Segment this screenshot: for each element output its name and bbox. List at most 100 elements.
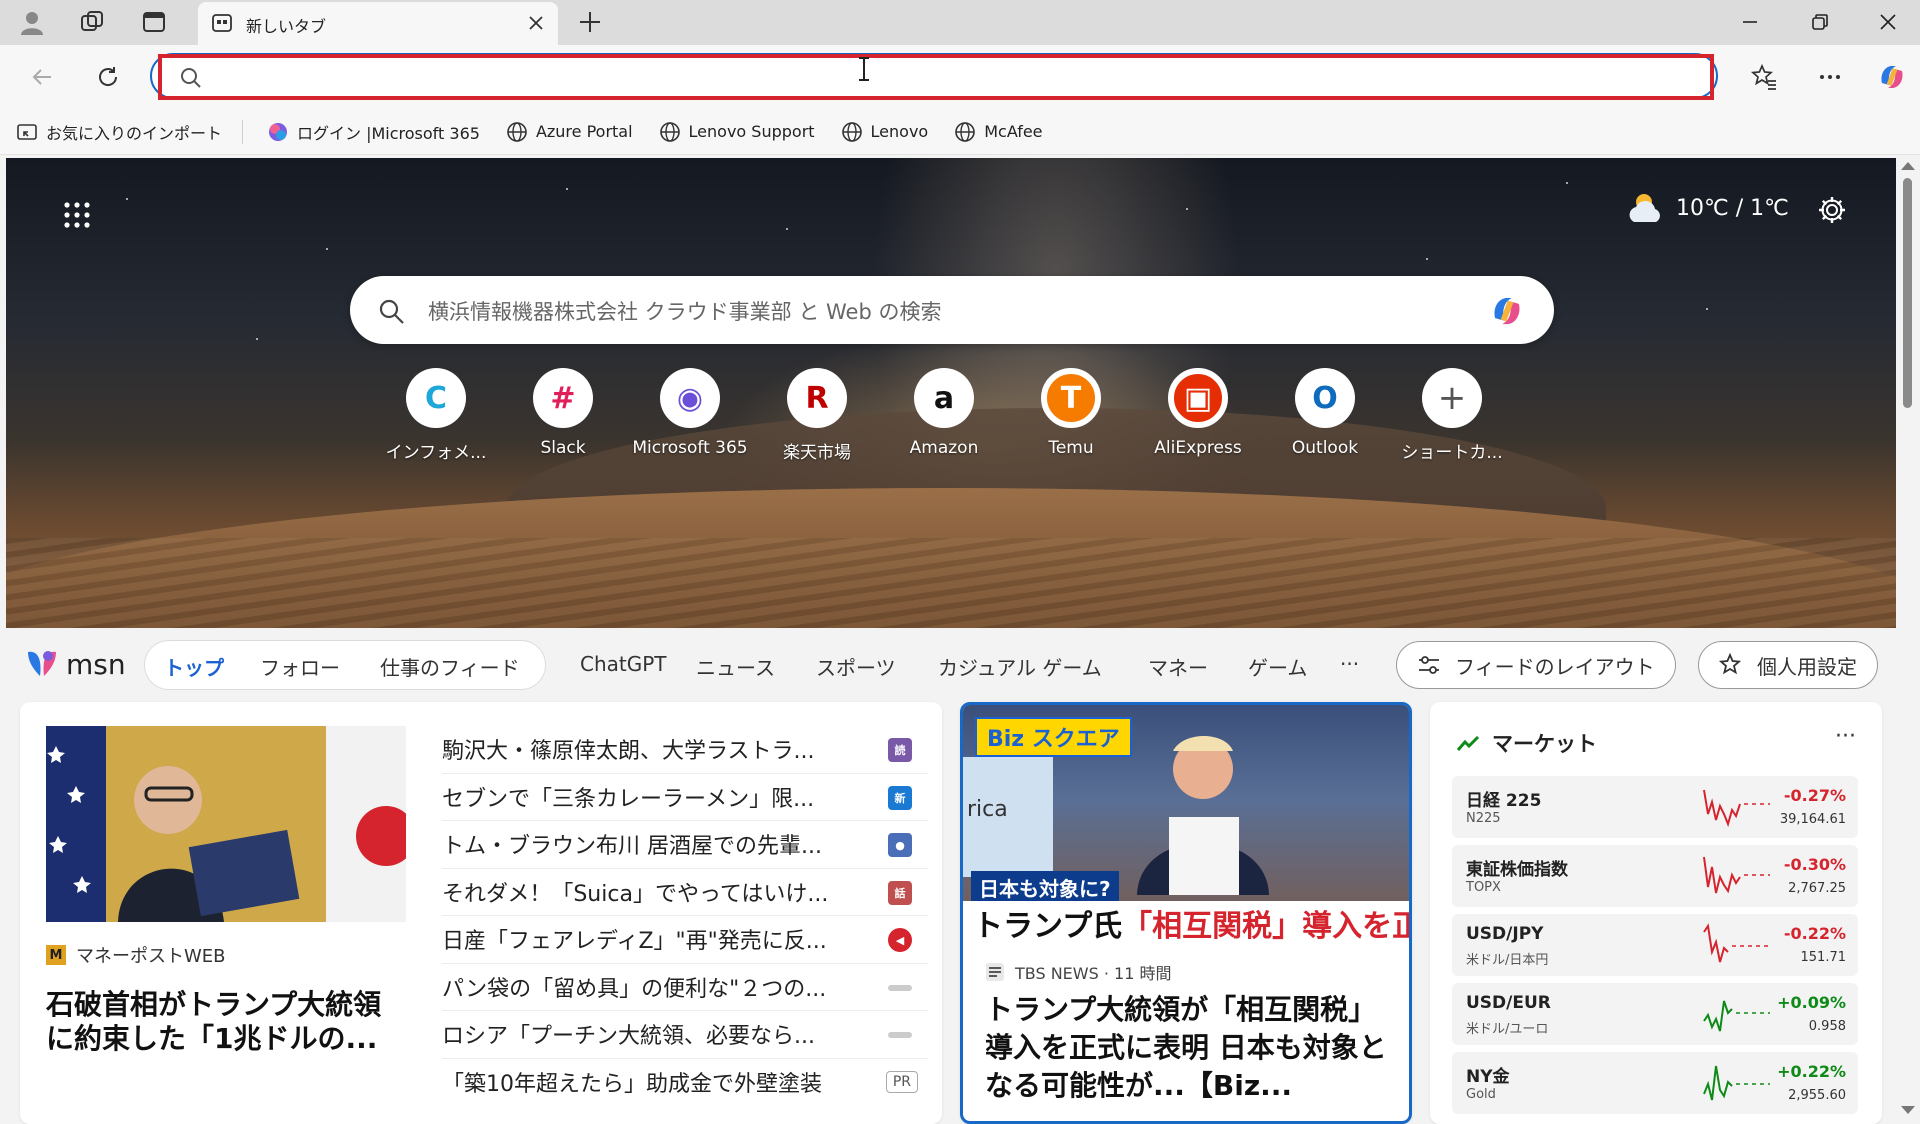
profile-button[interactable] [14,5,50,39]
active-tab[interactable]: 新しいタブ [198,2,558,45]
favorite-import[interactable]: お気に入りのインポート [16,120,222,144]
search-icon [379,299,404,324]
back-button[interactable] [22,57,62,97]
settings-more-button[interactable] [1810,57,1850,97]
tab-games[interactable]: ゲーム [1248,652,1307,681]
tab-money[interactable]: マネー [1148,652,1208,681]
star [1566,182,1568,184]
market-value: 2,955.60 [1788,1088,1846,1103]
market-row[interactable]: 東証株価指数 TOPX -0.30% 2,767.25 [1452,845,1858,907]
personalize-button[interactable]: 個人用設定 [1698,641,1878,689]
news-card[interactable]: rica Biz スクエア 日本も対象に? トランプ氏「相互関税」導入を正式表明… [960,702,1412,1124]
profile-icon [21,12,43,35]
tab-casual-games[interactable]: カジュアル ゲーム [938,652,1102,681]
tab-work-feed[interactable]: 仕事のフィード [380,652,520,681]
tab-sports[interactable]: スポーツ [816,652,896,681]
add-shortcut-tile[interactable]: + ショートカ... [1392,368,1512,463]
shortcut-tile[interactable]: ▣ AliExpress [1138,368,1258,458]
weather-temperature: 10℃ / 1℃ [1676,195,1789,221]
person-image [1137,736,1269,895]
microsoft365-icon [269,122,288,141]
market-header[interactable]: マーケット [1456,728,1597,758]
headline-item[interactable]: トム・ブラウン布川 居酒屋での先輩... ● [442,821,928,869]
refresh-button[interactable] [88,57,128,97]
headline-item[interactable]: パン袋の「留め具」の便利な"２つの... [442,964,928,1011]
shortcut-tile[interactable]: C インフォメ... [376,368,496,463]
copilot-button[interactable] [1872,57,1912,97]
quick-links: C インフォメ... # Slack ◉ Microsoft 365 R 楽天市… [376,368,1536,468]
headline-item[interactable]: セブンで「三条カレーラーメン」限... 新 [442,774,928,821]
shortcut-tile[interactable]: T Temu [1011,368,1131,458]
aliexpress-icon: ▣ [1168,368,1228,428]
new-tab-page-icon [212,14,232,32]
workspaces-icon [81,11,103,31]
headline-item[interactable]: 日産「フェアレディZ」"再"発売に反... ◀ [442,916,928,964]
plus-icon [580,12,600,32]
featured-source[interactable]: M マネーポストWEB [46,942,226,968]
featured-image[interactable] [46,726,406,922]
news-headline[interactable]: トランプ大統領が「相互関税」導入を正式に表明 日本も対象となる可能性が...【B… [985,991,1395,1105]
favorite-mcafee[interactable]: McAfee [954,121,1043,143]
shortcut-tile[interactable]: O Outlook [1265,368,1385,458]
favorite-microsoft365[interactable]: ログイン |Microsoft 365 [267,120,480,144]
weather-widget[interactable]: 10℃ / 1℃ [1626,188,1789,228]
headline-text: 「築10年超えたら」助成金で外壁塗装 [442,1072,822,1098]
shortcut-tile[interactable]: a Amazon [884,368,1004,458]
market-row[interactable]: USD/JPY 米ドル/日本円 -0.22% 151.71 [1452,914,1858,976]
headline-item[interactable]: ロシア「プーチン大統領、必要なら... [442,1011,928,1059]
scroll-up-arrow-icon[interactable] [1901,162,1915,170]
favorite-azure-portal[interactable]: Azure Portal [506,121,633,143]
tab-chatgpt[interactable]: ChatGPT [580,652,667,676]
restore-button[interactable] [1786,0,1854,44]
web-search-box[interactable]: 横浜情報機器株式会社 クラウド事業部 と Web の検索 [350,276,1554,344]
tab-close-button[interactable] [522,9,550,37]
headline-item[interactable]: 駒沢大・篠原倖太朗、大学ラストラ... 読 [442,726,928,774]
market-symbol: TOPX [1466,880,1501,895]
favorite-lenovo[interactable]: Lenovo [841,121,928,143]
scroll-down-arrow-icon[interactable] [1901,1106,1915,1114]
market-row[interactable]: 日経 225 N225 -0.27% 39,164.61 [1452,776,1858,838]
tbs-logo-icon [986,963,1004,981]
scrollbar-thumb[interactable] [1903,178,1912,408]
star-sparkle-icon [1719,653,1742,675]
close-window-button[interactable] [1854,0,1920,44]
app-launcher-button[interactable] [56,194,98,236]
favorite-lenovo-support[interactable]: Lenovo Support [659,121,815,143]
tab-follow[interactable]: フォロー [260,652,340,681]
tab-actions-button[interactable] [136,5,172,39]
msn-feed-nav: msn トップ フォロー 仕事のフィード ChatGPT ニュース スポーツ カ… [0,630,1896,702]
tab-more[interactable]: ··· [1340,652,1359,676]
sponsored-item[interactable]: 「築10年超えたら」助成金で外壁塗装 PR [442,1059,928,1107]
market-more-button[interactable]: ··· [1835,724,1856,749]
shortcut-tile[interactable]: ◉ Microsoft 365 [630,368,750,458]
page-settings-button[interactable] [1814,192,1850,228]
headline-text: パン袋の「留め具」の便利な"２つの... [442,976,827,1002]
more-horizontal-icon [1820,75,1840,79]
news-source[interactable]: TBS NEWS · 11 時間 [985,960,1171,984]
shortcut-tile[interactable]: # Slack [503,368,623,458]
shortcut-label: Outlook [1291,438,1359,458]
publisher-logo-icon: 読 [888,738,912,762]
msn-logo[interactable]: msn [24,644,126,684]
page-scrollbar[interactable] [1896,158,1920,1124]
shortcut-label: 楽天市場 [783,443,851,463]
minimize-button[interactable] [1716,0,1784,44]
caption-title: トランプ氏「相互関税」導入を正式表明 [963,901,1409,941]
shortcut-tile[interactable]: R 楽天市場 [757,368,877,463]
close-icon [1880,14,1896,30]
featured-headline[interactable]: 石破首相がトランプ大統領に約束した「1兆ドルの... [46,988,406,1056]
temu-icon: T [1041,368,1101,428]
market-row[interactable]: USD/EUR 米ドル/ユーロ +0.09% 0.958 [1452,983,1858,1045]
market-row[interactable]: NY金 Gold +0.22% 2,955.60 [1452,1052,1858,1114]
new-tab-button[interactable] [572,5,608,39]
star [1186,208,1188,210]
workspaces-button[interactable] [74,5,110,39]
copilot-icon[interactable] [1488,292,1526,330]
feed-layout-button[interactable]: フィードのレイアウト [1396,641,1676,689]
favorites-button[interactable] [1744,57,1784,97]
tab-news[interactable]: ニュース [696,652,775,681]
market-symbol: Gold [1466,1087,1496,1102]
headline-item[interactable]: それダメ！「Suica」でやってはいけ... 話 [442,869,928,916]
publisher-logo-icon: 話 [888,880,912,905]
tab-top[interactable]: トップ [164,652,224,681]
